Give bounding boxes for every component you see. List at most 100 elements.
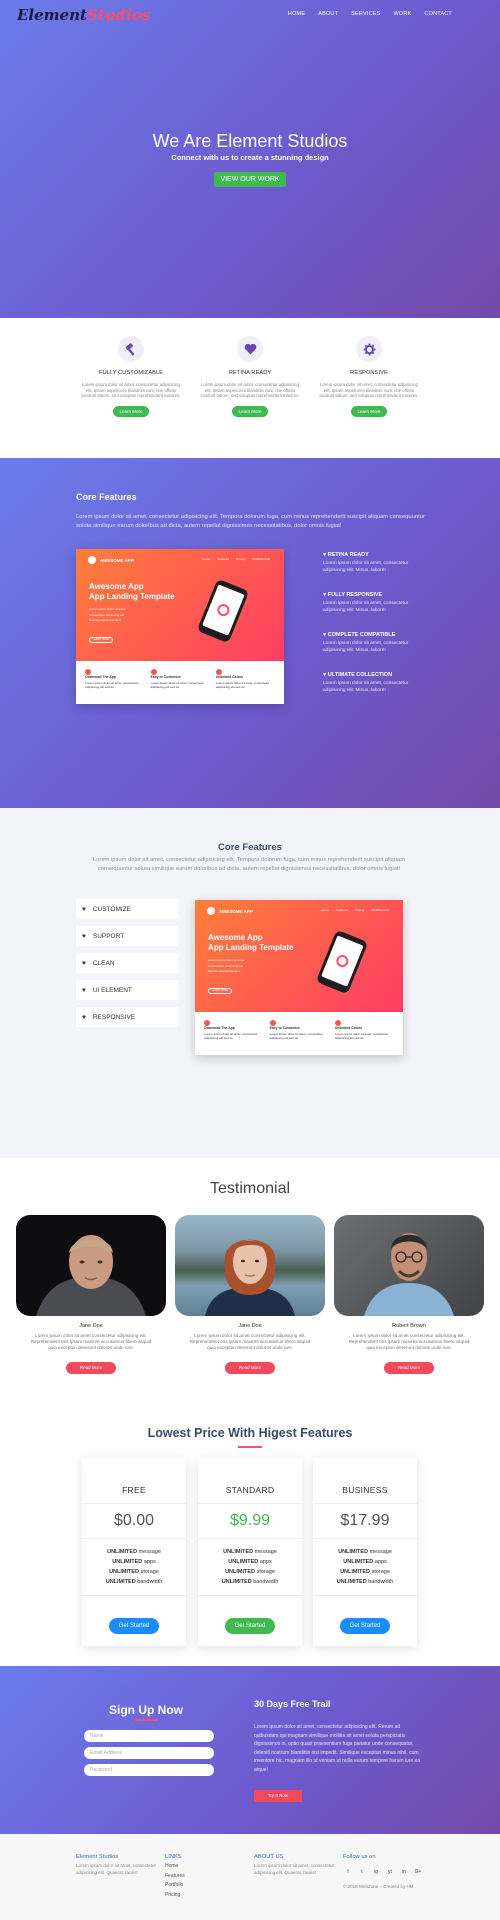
hero-title: We Are Element Studios xyxy=(152,131,348,151)
heart-icon: ♥ xyxy=(82,959,86,967)
person-photo xyxy=(16,1215,166,1316)
plan-name: BUSINESS xyxy=(342,1485,388,1495)
instagram-icon[interactable]: ig xyxy=(371,1867,381,1877)
feature-text: Lorem ipsum dolor sit amet, consectetur … xyxy=(81,382,181,399)
mockup-bullets: Lorem ipsum dolor sit amet Consectetur ad… xyxy=(89,607,126,622)
brand-logo[interactable]: ElementStudios xyxy=(17,6,150,24)
plan-price: $17.99 xyxy=(340,1512,390,1529)
section-text: Lorem ipsum dolor sit amet, consectetur … xyxy=(92,857,406,872)
mockup-headline: Awesome App App Landing Template xyxy=(89,582,175,601)
plan-features: UNLIMITED message UNLIMITED apps UNLIMIT… xyxy=(221,1549,279,1585)
tab-ui-element[interactable]: ♥ UI ELEMENT xyxy=(76,980,178,1000)
mockup-headline: Awesome App App Landing Template xyxy=(208,933,294,952)
read-more-button[interactable]: Read More xyxy=(66,1362,116,1374)
app-mockup-image: AWESOME APP Home Features Pricing DOWNLOAD … xyxy=(76,549,284,704)
signup-title: Sign Up Now xyxy=(109,1703,183,1717)
plan-price: $0.00 xyxy=(113,1512,155,1529)
tab-clean[interactable]: ♥ CLEAN xyxy=(76,953,178,973)
phone-image xyxy=(315,929,369,995)
plan-price: $9.99 xyxy=(229,1512,271,1529)
read-more-button[interactable]: Read More xyxy=(225,1362,275,1374)
tab-customize[interactable]: ♥ CUSTOMIZE xyxy=(76,899,178,919)
footer-aboutus-col: ABOUT US Lorem ipsum dolor sit amet, con… xyxy=(254,1854,340,1876)
app-mockup-image: AWESOME APP Home Features Pricing DOWNLOAD … xyxy=(195,900,403,1055)
footer-link-pricing[interactable]: Pricing xyxy=(165,1891,225,1901)
footer-link-home[interactable]: Home xyxy=(165,1862,225,1872)
feature-text: Lorem ipsum dolor sit amet, consectetur … xyxy=(200,382,300,399)
mockup-nav: Home Features Pricing DOWNLOAD xyxy=(202,557,270,561)
feature-text: Lorem ipsum dolor sit amet, consectetur … xyxy=(319,382,419,399)
title-underline xyxy=(238,1446,262,1448)
mockup-features: Download The App Lorem ipsum dolor sit am… xyxy=(76,661,284,697)
feature-title: RETINA READY xyxy=(228,370,272,376)
heart-icon xyxy=(237,336,263,362)
core-features-tabs-section: Core Features Lorem ipsum dolor sit amet… xyxy=(0,808,500,1158)
get-started-button[interactable]: Get Started xyxy=(340,1618,390,1634)
pricing-section: Lowest Price With Higest Features FREE $… xyxy=(0,1408,500,1666)
google-plus-icon[interactable]: G+ xyxy=(413,1867,423,1877)
plan-name: STANDARD xyxy=(225,1485,275,1495)
section-text: Lorem ipsum dolor sit amet, consectetur … xyxy=(76,514,425,529)
feature-title: RESPONSIVE xyxy=(350,370,388,376)
nav-home[interactable]: HOME xyxy=(288,11,305,17)
mockup-button: LEARN MORE xyxy=(89,637,113,643)
section-title: Core Features xyxy=(76,492,137,502)
feature-retina: RETINA READY Lorem ipsum dolor sit amet,… xyxy=(200,336,300,418)
title-underline xyxy=(134,1719,158,1721)
get-started-button[interactable]: Get Started xyxy=(225,1618,275,1634)
nav-services[interactable]: SERVICES xyxy=(351,11,380,17)
tab-responsive[interactable]: ♥ RESPONSIVE xyxy=(76,1007,178,1027)
feature-customizable: FULLY CUSTOMIZABLE Lorem ipsum dolor sit… xyxy=(81,336,181,418)
footer-text: Lorem ipsum dolor sit amet, consectetur … xyxy=(76,1863,157,1875)
testimonial-card: Jane Doe Lorem ipsum dolor sit amet cons… xyxy=(16,1215,166,1374)
feature-title: FULLY CUSTOMIZABLE xyxy=(98,370,164,376)
nav-work[interactable]: WORK xyxy=(394,11,412,17)
learn-more-button[interactable]: Learn More xyxy=(113,405,149,417)
footer-heading: LINKS xyxy=(165,1854,182,1860)
nav-about[interactable]: ABOUT xyxy=(318,11,338,17)
read-more-button[interactable]: Read More xyxy=(384,1362,434,1374)
password-field[interactable]: Password xyxy=(84,1764,214,1776)
linkedin-icon[interactable]: in xyxy=(399,1867,409,1877)
section-title: Testimonial xyxy=(209,1180,291,1197)
footer-links-col: LINKS Home Features Portfolio Pricing xyxy=(165,1854,225,1900)
view-our-work-button[interactable]: VIEW OUR WORK xyxy=(214,172,286,187)
brand-part-1: Element xyxy=(17,6,87,24)
gear-icon xyxy=(356,336,382,362)
try-it-now-button[interactable]: Try It Now xyxy=(254,1790,302,1802)
footer-link-portfolio[interactable]: Portfolio xyxy=(165,1881,225,1891)
learn-more-button[interactable]: Learn More xyxy=(232,405,268,417)
footer-text: Lorem ipsum dolor sit amet, consectetur … xyxy=(254,1863,335,1875)
tab-support[interactable]: ♥ SUPPORT xyxy=(76,926,178,946)
mockup-nav: Home Features Pricing DOWNLOAD xyxy=(321,908,389,912)
footer-links: Home Features Portfolio Pricing xyxy=(165,1862,225,1900)
heart-icon: ♥ xyxy=(82,905,86,913)
facebook-icon[interactable]: f xyxy=(343,1867,353,1877)
person-name: Robert Brown xyxy=(392,1323,426,1329)
phone-image xyxy=(196,578,250,644)
person-name: Jane Doe xyxy=(79,1323,103,1329)
footer-heading: ABOUT US xyxy=(254,1854,284,1860)
learn-more-button[interactable]: Learn More xyxy=(351,405,387,417)
trial-text: Lorem ipsum dolor sit amet, consectetur … xyxy=(254,1724,421,1773)
heart-icon: ♥ xyxy=(82,932,86,940)
get-started-button[interactable]: Get Started xyxy=(109,1618,159,1634)
social-links: f t ig yt in G+ xyxy=(343,1867,433,1877)
core-feature-item: ♥ COMPLETE COMPATIBLE Lorem ipsum dolor s… xyxy=(323,632,409,653)
features-section: FULLY CUSTOMIZABLE Lorem ipsum dolor sit… xyxy=(0,318,500,458)
section-title: Lowest Price With Higest Features xyxy=(147,1426,353,1440)
mockup-features: Download The App Lorem ipsum dolor sit am… xyxy=(195,1012,403,1048)
mockup-bullets: Lorem ipsum dolor sit amet Consectetur ad… xyxy=(208,958,245,973)
core-feature-item: ♥ RETINA READY Lorem ipsum dolor sit amet… xyxy=(323,552,409,573)
testimonial-section: Testimonial Jane Doe Lorem ipsum dolor s… xyxy=(0,1158,500,1408)
pricing-card-business: BUSINESS $17.99 UNLIMITED message UNLIMI… xyxy=(313,1458,417,1646)
footer-about-col: Element Studios Lorem ipsum dolor sit am… xyxy=(76,1854,162,1876)
twitter-icon[interactable]: t xyxy=(357,1867,367,1877)
testimonial-text: Lorem ipsum dolor sit amet consectetur a… xyxy=(30,1333,152,1350)
nav-contact[interactable]: CONTACT xyxy=(424,11,452,17)
name-field[interactable]: Name xyxy=(84,1730,214,1742)
heart-icon: ♥ xyxy=(82,1013,86,1021)
youtube-icon[interactable]: yt xyxy=(385,1867,395,1877)
email-field[interactable]: Email Address xyxy=(84,1747,214,1759)
footer-link-features[interactable]: Features xyxy=(165,1872,225,1882)
